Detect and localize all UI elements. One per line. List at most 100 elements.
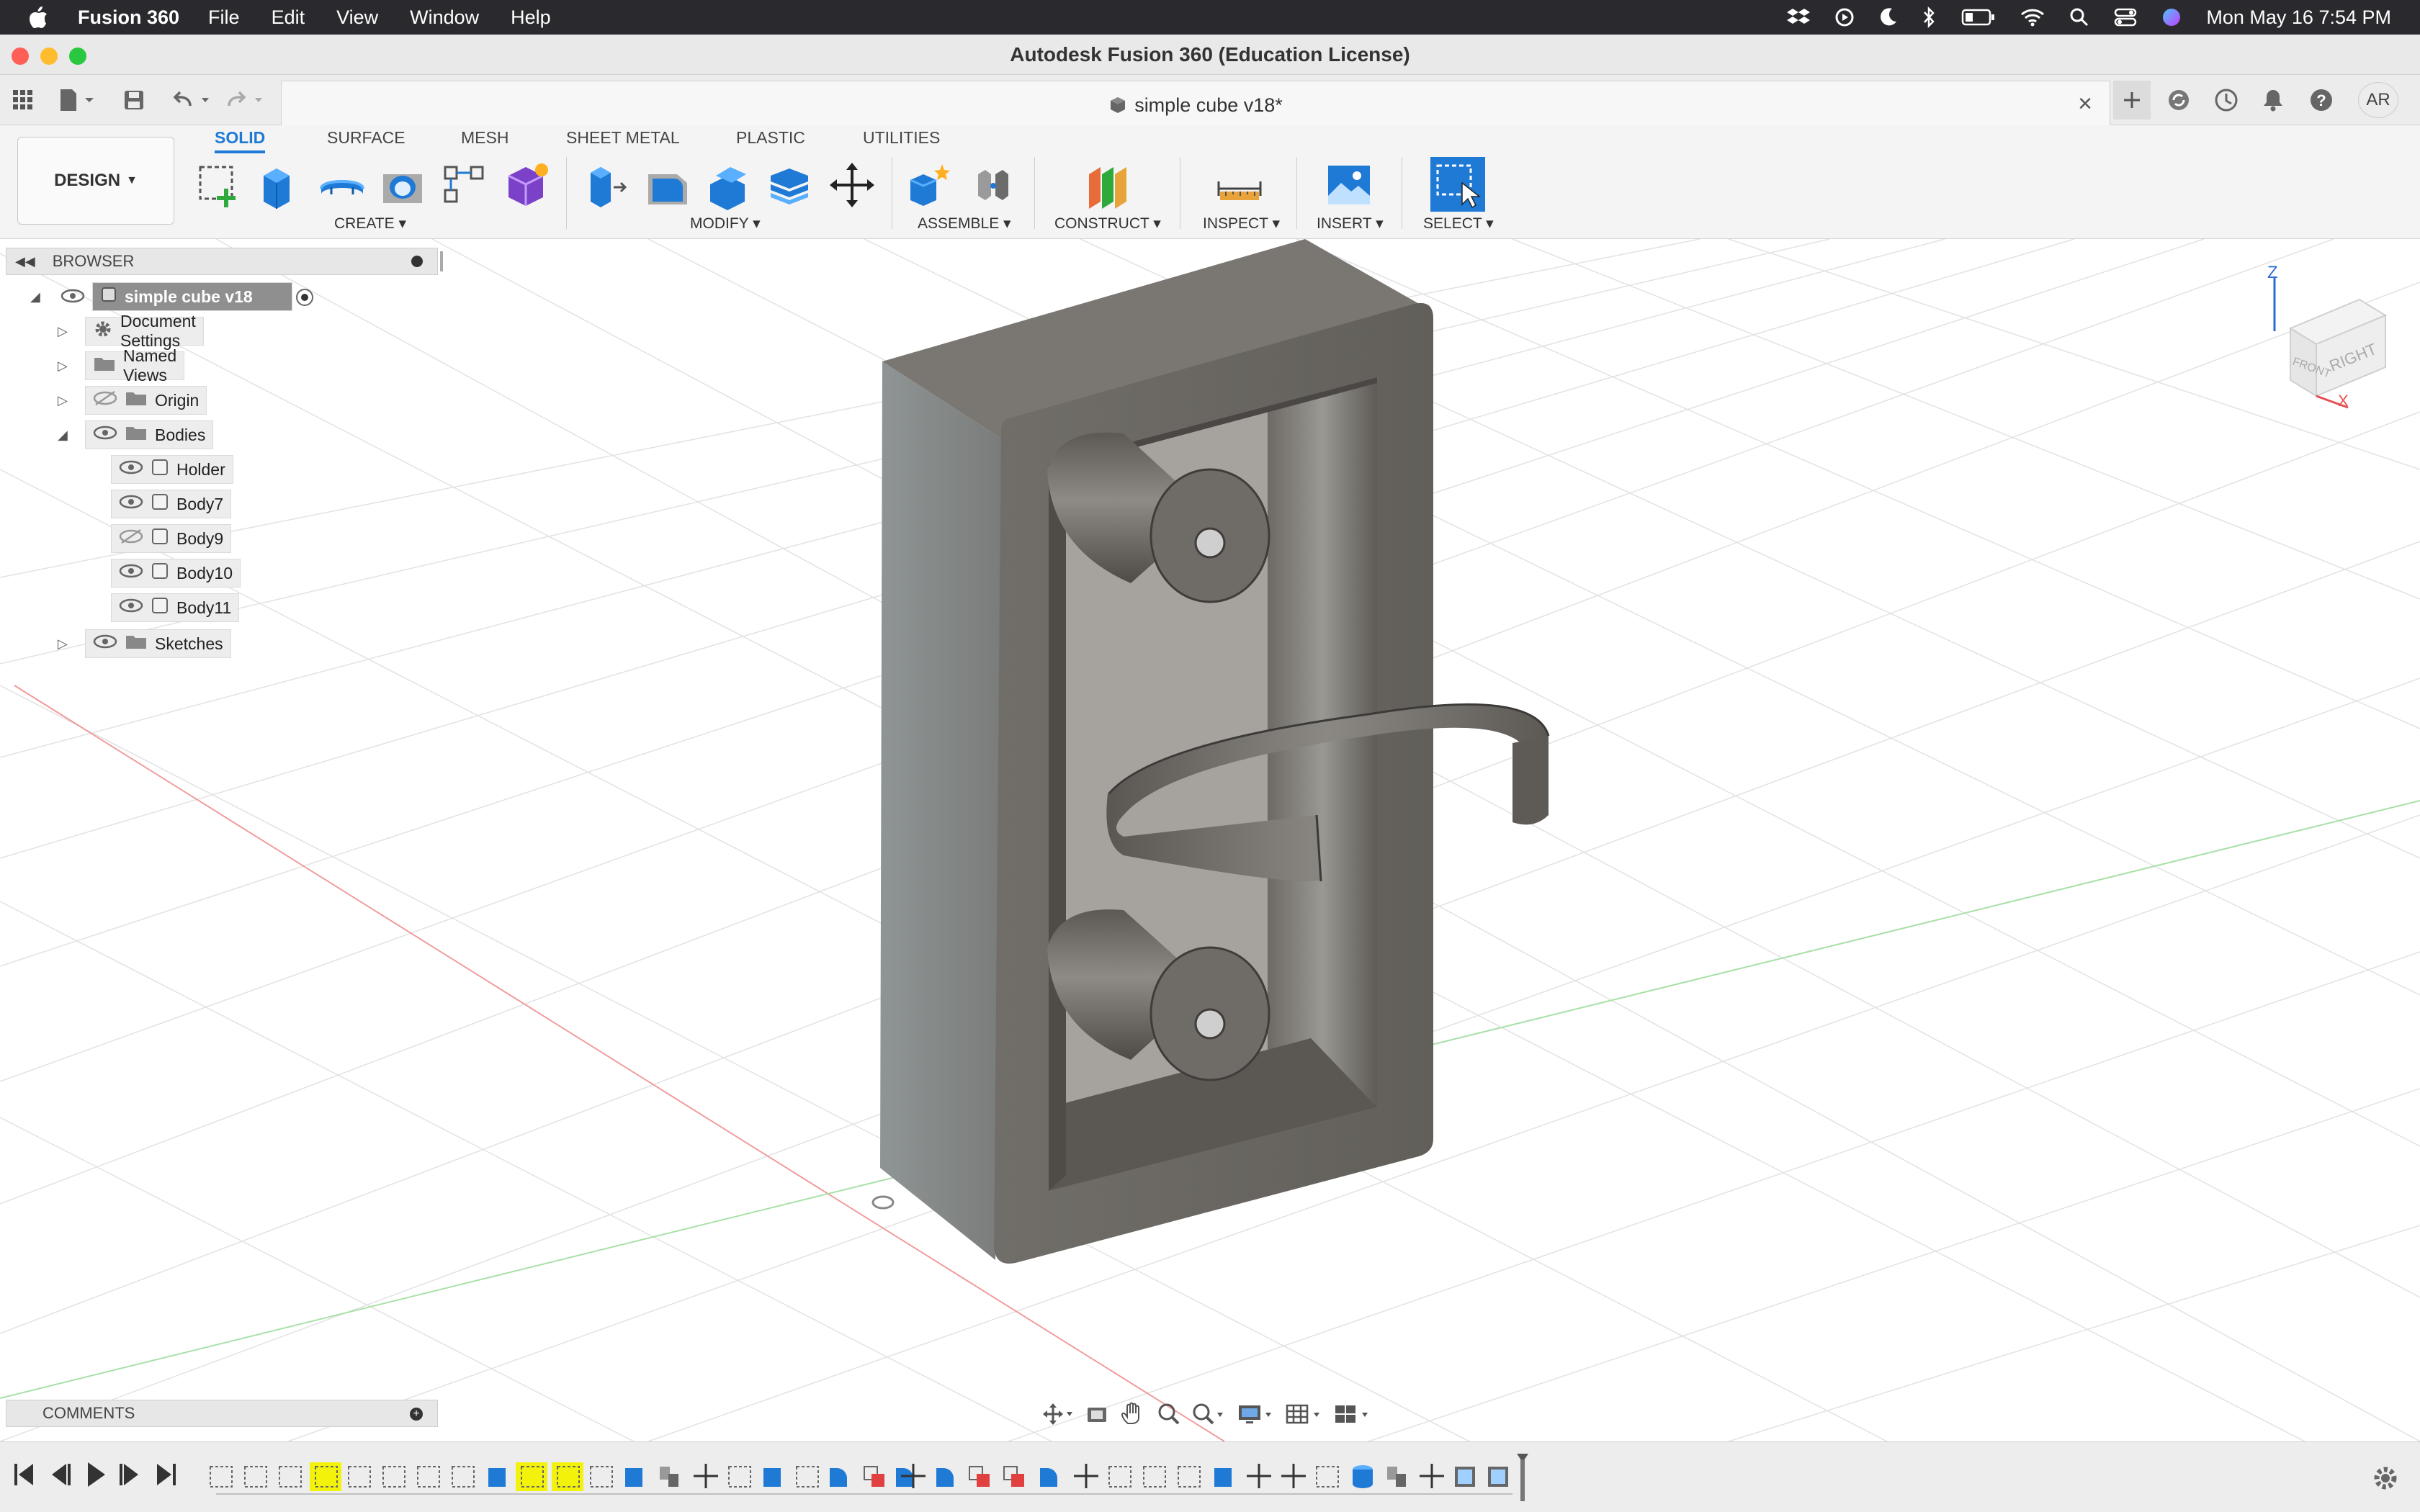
zoom-window-button[interactable] [69,48,86,65]
orbit-icon[interactable] [1043,1402,1073,1430]
undo-icon[interactable] [171,86,215,114]
pan-hand-icon[interactable] [1121,1402,1145,1430]
eye-icon[interactable] [60,288,85,308]
menu-view[interactable]: View [336,6,378,29]
apps-grid-icon[interactable] [12,86,35,114]
tab-mesh[interactable]: MESH [461,128,508,148]
assemble-menu[interactable]: ASSEMBLE ▾ [918,215,1011,233]
chamfer-icon[interactable] [703,160,753,210]
save-icon[interactable] [122,86,145,114]
workspace-switcher-button[interactable]: DESIGN ▼ [17,137,174,225]
eye-icon[interactable] [93,425,117,445]
menu-edit[interactable]: Edit [272,6,305,29]
construct-menu[interactable]: CONSTRUCT ▾ [1054,215,1161,233]
extrude-icon[interactable] [255,160,305,210]
minimize-window-button[interactable] [40,48,58,65]
timeline-controls [14,1462,176,1487]
browser-panel: ◀◀ BROWSER ◢ simple cube v18 ▷ Document [6,248,443,658]
panel-drag-handle[interactable] [440,251,443,271]
bluetooth-icon[interactable] [1922,6,1937,28]
spotlight-search-icon[interactable] [2069,7,2089,27]
create-sketch-icon[interactable] [194,160,245,210]
collapse-triangle-icon[interactable]: ◢ [58,428,68,443]
siri-icon[interactable] [2161,7,2182,27]
data-panel-sync-icon[interactable] [2166,86,2191,114]
dropbox-icon[interactable] [1787,7,1811,27]
control-center-icon[interactable] [2114,7,2137,27]
create-menu[interactable]: CREATE ▾ [334,215,406,233]
insert-menu[interactable]: INSERT ▾ [1317,215,1384,233]
collapse-panel-icon[interactable]: ◀◀ [15,254,35,269]
browser-minimize-icon[interactable] [411,256,423,267]
new-tab-icon[interactable] [2113,81,2151,120]
inspect-menu[interactable]: INSPECT ▾ [1203,215,1280,233]
eye-icon[interactable] [119,459,143,480]
close-tab-icon[interactable]: × [2078,90,2092,118]
modify-menu[interactable]: MODIFY ▾ [690,215,761,233]
play-circle-icon[interactable] [1834,7,1855,27]
tab-sheet-metal[interactable]: SHEET METAL [566,128,680,148]
feature-extrude [488,1468,506,1487]
press-pull-icon[interactable] [581,160,631,210]
grid-settings-icon[interactable] [1286,1403,1322,1429]
tab-solid[interactable]: SOLID [215,128,266,153]
eye-hidden-icon[interactable] [93,390,117,410]
wifi-icon[interactable] [2020,7,2045,27]
redo-icon[interactable] [225,86,268,114]
eye-icon[interactable] [119,563,143,583]
offset-plane-icon[interactable] [1083,160,1134,210]
zoom-icon[interactable] [1157,1403,1180,1429]
document-tab[interactable]: simple cube v18* × [281,81,2110,125]
select-tool-icon[interactable] [1430,157,1485,212]
hole-icon[interactable] [377,160,428,210]
measure-icon[interactable] [1214,160,1265,210]
insert-image-icon[interactable] [1324,160,1374,210]
fit-zoom-icon[interactable] [1192,1403,1225,1429]
status-area: Mon May 16 7:54 PM [1787,0,2391,35]
new-component-icon[interactable] [905,160,955,210]
app-menu[interactable]: Fusion 360 [78,6,179,29]
close-window-button[interactable] [12,48,29,65]
expand-triangle-icon[interactable]: ▷ [58,393,68,408]
clock-datetime[interactable]: Mon May 16 7:54 PM [2206,6,2391,29]
add-comment-icon[interactable]: + [410,1408,423,1421]
eye-icon[interactable] [93,634,117,654]
help-icon[interactable]: ? [2309,86,2334,114]
create-form-icon[interactable] [501,160,552,210]
revolve-icon[interactable] [317,160,367,210]
expand-triangle-icon[interactable]: ▷ [58,359,68,374]
look-at-icon[interactable] [1085,1403,1108,1428]
battery-icon[interactable] [1961,8,1996,27]
comments-header[interactable]: COMMENTS + [6,1400,438,1427]
move-copy-icon[interactable] [827,160,877,210]
tab-utilities[interactable]: UTILITIES [863,128,940,148]
moon-icon[interactable] [1879,7,1898,27]
select-menu[interactable]: SELECT ▾ [1423,215,1494,233]
joint-icon[interactable] [968,160,1018,210]
notifications-bell-icon[interactable] [2262,86,2285,114]
job-status-icon[interactable] [2214,86,2238,114]
tab-plastic[interactable]: PLASTIC [736,128,805,148]
menu-help[interactable]: Help [511,6,551,29]
user-avatar[interactable]: AR [2358,82,2398,118]
display-settings-icon[interactable] [1237,1403,1273,1429]
eye-icon[interactable] [119,598,143,618]
eye-hidden-icon[interactable] [119,528,143,549]
menu-window[interactable]: Window [410,6,479,29]
menu-file[interactable]: File [208,6,240,29]
tab-surface[interactable]: SURFACE [327,128,405,148]
viewports-icon[interactable] [1334,1403,1370,1429]
expand-triangle-icon[interactable]: ▷ [58,324,68,339]
viewcube[interactable]: Z FRONT RIGHT X [2262,262,2391,413]
activate-radio-icon[interactable] [295,288,314,311]
pattern-icon[interactable] [439,160,490,210]
fillet-icon[interactable] [642,160,693,210]
eye-icon[interactable] [119,494,143,514]
feature-move [1281,1464,1306,1488]
shell-icon[interactable] [765,160,815,210]
expand-triangle-icon[interactable]: ▷ [58,636,68,652]
collapse-triangle-icon[interactable]: ◢ [30,289,40,305]
file-menu-icon[interactable] [58,86,98,114]
feature-sketch [1316,1466,1339,1488]
apple-icon[interactable] [27,5,56,30]
